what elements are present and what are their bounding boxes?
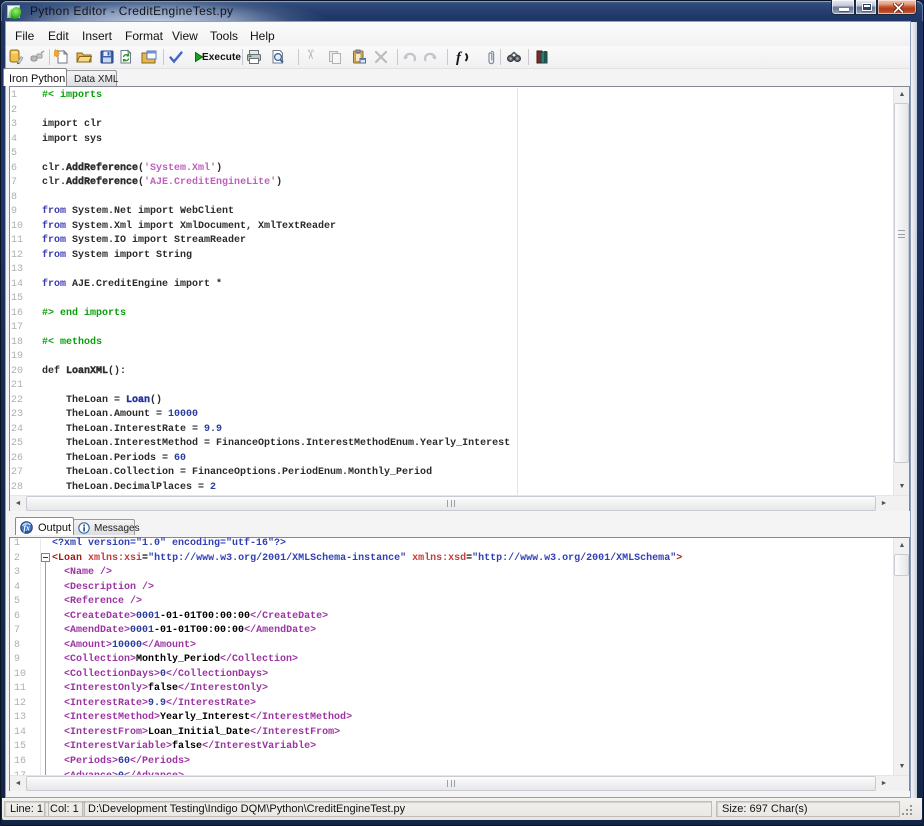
svg-text:f: f bbox=[456, 50, 463, 65]
svg-text:fx: fx bbox=[23, 523, 30, 532]
